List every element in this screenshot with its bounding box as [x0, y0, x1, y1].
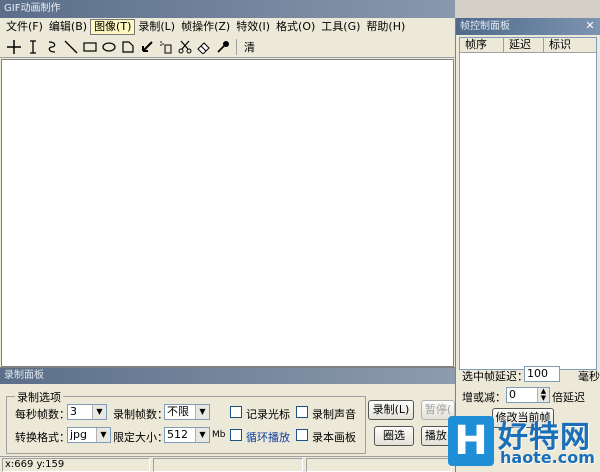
- record-sound-label: 录制声音: [312, 408, 356, 421]
- crosshair-icon[interactable]: [4, 37, 23, 56]
- format-label: 转换格式：: [15, 431, 70, 444]
- inc-label: 增或减：: [462, 391, 506, 404]
- column-delay[interactable]: 延迟: [504, 38, 544, 52]
- text-cursor-icon[interactable]: [23, 37, 42, 56]
- record-options-label: 录制选项: [15, 389, 63, 405]
- menu-effects[interactable]: 特效(I): [233, 19, 273, 35]
- menu-help[interactable]: 帮助(H): [363, 19, 408, 35]
- watermark: H 好特网 haote.com: [448, 412, 600, 472]
- eraser-icon[interactable]: [194, 37, 213, 56]
- line-icon[interactable]: [61, 37, 80, 56]
- drawing-canvas[interactable]: [1, 59, 454, 367]
- loop-play-checkbox[interactable]: [230, 429, 242, 441]
- status-cell-2: [153, 458, 303, 472]
- frames-label: 录制帧数：: [113, 408, 168, 421]
- scissors-icon[interactable]: [175, 37, 194, 56]
- ellipse-icon[interactable]: [99, 37, 118, 56]
- watermark-brand-en: haote.com: [500, 448, 595, 467]
- menu-file[interactable]: 文件(F): [3, 19, 46, 35]
- frame-panel-title-text: 帧控制面板: [460, 21, 510, 32]
- record-canvas-label: 录本画板: [312, 431, 356, 444]
- format-select[interactable]: jpg ▼: [67, 427, 111, 443]
- chevron-down-icon[interactable]: ▼: [195, 428, 209, 442]
- chevron-down-icon[interactable]: ▼: [92, 405, 106, 419]
- menu-format[interactable]: 格式(O): [273, 19, 318, 35]
- record-button[interactable]: 录制(L): [368, 400, 414, 420]
- record-options-group: 录制选项 每秒帧数： 3 ▼ 录制帧数： 不限 ▼ 记录光标 录制声音 转换格式…: [6, 389, 366, 454]
- delay-label: 选中帧延迟：: [462, 370, 528, 383]
- menu-image[interactable]: 图像(T): [90, 19, 136, 35]
- frame-list-header: 帧序 延迟 标识: [460, 38, 596, 53]
- cursor-coords: x:669 y:159: [2, 458, 150, 472]
- inc-unit: 倍延迟: [552, 391, 585, 404]
- status-cell-3: [306, 458, 452, 472]
- inc-value: 0: [509, 388, 516, 401]
- record-canvas-checkbox[interactable]: [296, 429, 308, 441]
- chevron-down-icon[interactable]: ▼: [195, 405, 209, 419]
- menu-bar: 文件(F) 编辑(B) 图像(T) 录制(L) 帧操作(Z) 特效(I) 格式(…: [0, 18, 455, 36]
- status-bar: x:669 y:159: [0, 456, 455, 472]
- frame-panel-title: 帧控制面板 ✕: [456, 18, 600, 35]
- size-value: 512: [167, 428, 188, 441]
- menu-frame-ops[interactable]: 帧操作(Z): [178, 19, 233, 35]
- frames-value: 不限: [167, 405, 189, 418]
- menu-edit[interactable]: 编辑(B): [46, 19, 90, 35]
- format-value: jpg: [70, 428, 88, 441]
- fps-select[interactable]: 3 ▼: [67, 404, 107, 420]
- record-cursor-label: 记录光标: [246, 408, 290, 421]
- close-icon[interactable]: ✕: [583, 19, 597, 33]
- select-area-button[interactable]: 圈选: [374, 426, 414, 446]
- size-label: 限定大小：: [113, 431, 168, 444]
- loop-play-label: 循环播放: [246, 431, 290, 444]
- fps-value: 3: [70, 405, 77, 418]
- menu-record[interactable]: 录制(L): [135, 19, 178, 35]
- toolbar-separator: [236, 38, 237, 55]
- column-frame-order[interactable]: 帧序: [460, 38, 504, 52]
- drawing-toolbar: 清: [0, 36, 455, 58]
- record-panel-title: 录制面板: [0, 368, 455, 384]
- size-unit: Mb: [212, 430, 226, 440]
- window-title: GIF动画制作: [0, 0, 455, 18]
- record-panel: 录制面板 录制选项 每秒帧数： 3 ▼ 录制帧数： 不限 ▼ 记录光标 录制声音…: [0, 367, 455, 456]
- frame-list[interactable]: 帧序 延迟 标识: [459, 37, 597, 370]
- chevron-down-icon[interactable]: ▼: [96, 428, 110, 442]
- watermark-logo: H: [448, 416, 494, 466]
- fps-label: 每秒帧数：: [15, 408, 70, 421]
- record-cursor-checkbox[interactable]: [230, 406, 242, 418]
- delay-unit: 毫秒: [578, 370, 600, 383]
- polygon-icon[interactable]: [118, 37, 137, 56]
- clear-button[interactable]: 清: [241, 39, 258, 55]
- inc-stepper[interactable]: 0 ▲ ▼: [506, 387, 550, 403]
- rectangle-icon[interactable]: [80, 37, 99, 56]
- column-tag[interactable]: 标识: [544, 38, 596, 52]
- arrow-icon[interactable]: [137, 37, 156, 56]
- record-sound-checkbox[interactable]: [296, 406, 308, 418]
- menu-tools[interactable]: 工具(G): [318, 19, 363, 35]
- size-select[interactable]: 512 ▼: [164, 427, 210, 443]
- main-window: GIF动画制作 文件(F) 编辑(B) 图像(T) 录制(L) 帧操作(Z) 特…: [0, 0, 455, 472]
- frames-select[interactable]: 不限 ▼: [164, 404, 210, 420]
- stepper-arrows-icon[interactable]: ▲ ▼: [537, 388, 549, 402]
- eyedropper-icon[interactable]: [213, 37, 232, 56]
- frame-control-panel: 帧控制面板 ✕ 帧序 延迟 标识 选中帧延迟： 100 毫秒 增或减： 0 ▲ ▼…: [455, 18, 600, 472]
- spray-icon[interactable]: [156, 37, 175, 56]
- delay-input[interactable]: 100: [524, 366, 560, 382]
- curve-icon[interactable]: [42, 37, 61, 56]
